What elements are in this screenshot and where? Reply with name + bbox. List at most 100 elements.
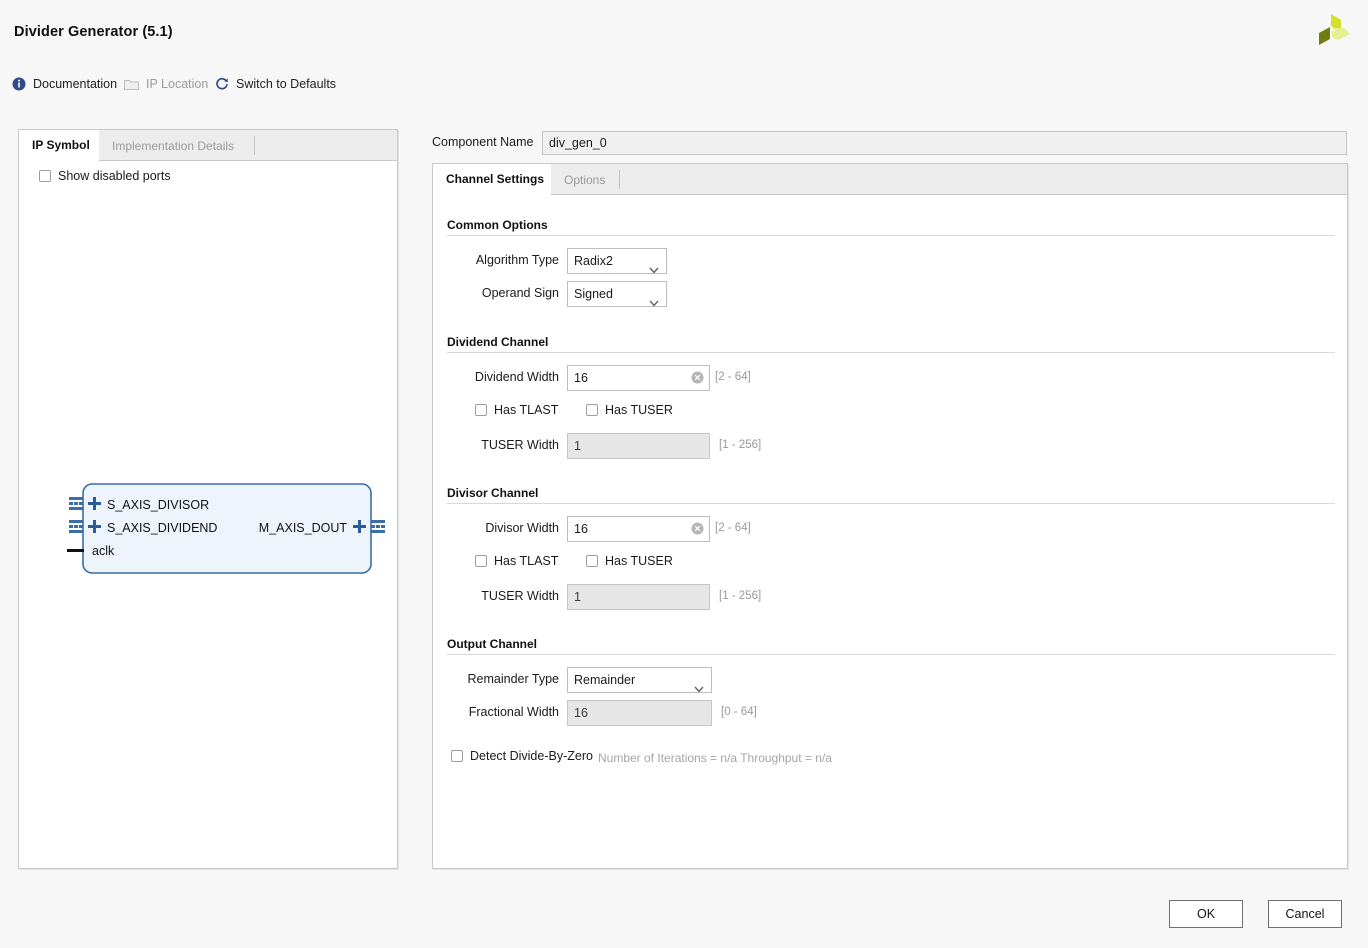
refresh-icon <box>215 77 229 91</box>
checkbox-box <box>475 555 487 567</box>
section-title: Divisor Channel <box>447 486 539 500</box>
row-fractional-width: Fractional Width 16 [0 - 64] <box>433 700 1349 726</box>
svg-text:S_AXIS_DIVISOR: S_AXIS_DIVISOR <box>107 498 209 512</box>
remainder-type-value: Remainder <box>574 673 636 687</box>
section-title: Output Channel <box>447 637 537 651</box>
section-rule <box>447 503 1335 504</box>
divisor-has-tuser-checkbox[interactable]: Has TUSER <box>586 554 673 568</box>
operand-sign-value: Signed <box>574 287 613 301</box>
page-title: Divider Generator (5.1) <box>14 24 173 40</box>
checkbox-box <box>586 555 598 567</box>
divisor-has-tuser-label: Has TUSER <box>605 554 673 568</box>
tab-ip-symbol[interactable]: IP Symbol <box>19 130 99 161</box>
dividend-has-tuser-checkbox[interactable]: Has TUSER <box>586 403 673 417</box>
svg-text:aclk: aclk <box>92 544 115 558</box>
divisor-width-range: [2 - 64] <box>715 522 751 534</box>
section-rule <box>447 654 1335 655</box>
ip-location-label: IP Location <box>146 77 209 91</box>
dividend-tuser-width-input[interactable]: 1 <box>567 433 710 459</box>
tab-implementation-details-label: Implementation Details <box>112 138 235 153</box>
divisor-tuser-width-label: TUSER Width <box>481 589 559 603</box>
fractional-width-range: [0 - 64] <box>721 706 757 718</box>
switch-to-defaults-label: Switch to Defaults <box>236 77 337 91</box>
tab-divider <box>619 170 620 189</box>
tab-options[interactable]: Options <box>551 164 618 195</box>
divisor-tuser-width-input[interactable]: 1 <box>567 584 710 610</box>
cancel-button[interactable]: Cancel <box>1268 900 1342 928</box>
algorithm-type-select[interactable]: Radix2 <box>567 248 667 274</box>
checkbox-box <box>39 170 51 182</box>
dividend-tuser-width-label: TUSER Width <box>481 438 559 452</box>
row-divisor-width: Divisor Width 16 [2 - 64] <box>433 516 1349 542</box>
divisor-width-input[interactable]: 16 <box>567 516 710 542</box>
svg-text:M_AXIS_DOUT: M_AXIS_DOUT <box>259 521 348 535</box>
tab-ip-symbol-label: IP Symbol <box>32 138 90 152</box>
ip-location-button[interactable]: IP Location <box>124 73 208 95</box>
toolbar: Documentation IP Location Switch to Defa… <box>0 62 1368 110</box>
row-dividend-width: Dividend Width 16 [2 - 64] <box>433 365 1349 391</box>
dividend-has-tlast-label: Has TLAST <box>494 403 559 417</box>
ok-button[interactable]: OK <box>1169 900 1243 928</box>
xilinx-pinwheel-logo-icon <box>1310 11 1352 51</box>
checkbox-box <box>475 404 487 416</box>
dividend-has-tlast-checkbox[interactable]: Has TLAST <box>475 403 558 417</box>
dividend-width-input[interactable]: 16 <box>567 365 710 391</box>
title-bar: Divider Generator (5.1) <box>0 0 1368 63</box>
iterations-throughput-status: Number of Iterations = n/a Throughput = … <box>598 751 832 765</box>
documentation-button[interactable]: Documentation <box>12 73 117 95</box>
fractional-width-label: Fractional Width <box>468 705 559 719</box>
row-operand-sign: Operand Sign Signed <box>433 281 1349 307</box>
tab-implementation-details[interactable]: Implementation Details <box>99 130 247 161</box>
operand-sign-select[interactable]: Signed <box>567 281 667 307</box>
detect-divide-by-zero-label: Detect Divide-By-Zero <box>470 749 593 763</box>
tab-channel-settings-label: Channel Settings <box>446 172 545 186</box>
row-divisor-tuser-width: TUSER Width 1 [1 - 256] <box>433 584 1349 610</box>
section-title: Dividend Channel <box>447 335 549 349</box>
dividend-width-label: Dividend Width <box>474 370 559 384</box>
settings-panel: Channel Settings Options Common Options … <box>432 163 1348 869</box>
algorithm-type-value: Radix2 <box>574 254 613 268</box>
tab-options-label: Options <box>564 172 606 187</box>
row-algorithm-type: Algorithm Type Radix2 <box>433 248 1349 274</box>
section-rule <box>447 352 1335 353</box>
remainder-type-select[interactable]: Remainder <box>567 667 712 693</box>
divisor-has-tlast-label: Has TLAST <box>494 554 559 568</box>
divisor-width-label: Divisor Width <box>485 521 559 535</box>
section-rule <box>447 235 1335 236</box>
tab-divider <box>254 136 255 155</box>
clear-circle-icon[interactable] <box>691 371 704 384</box>
switch-to-defaults-button[interactable]: Switch to Defaults <box>215 73 336 95</box>
algorithm-type-label: Algorithm Type <box>475 253 559 267</box>
chevron-down-icon <box>649 291 659 315</box>
show-disabled-ports-label: Show disabled ports <box>58 169 171 183</box>
info-icon <box>12 77 26 91</box>
checkbox-box <box>586 404 598 416</box>
ip-symbol-panel: IP Symbol Implementation Details Show di… <box>18 129 398 869</box>
show-disabled-ports-checkbox[interactable]: Show disabled ports <box>39 169 171 183</box>
chevron-down-icon <box>694 677 704 701</box>
remainder-type-label: Remainder Type <box>467 672 560 686</box>
right-tab-bar: Channel Settings Options <box>433 164 1347 195</box>
documentation-label: Documentation <box>33 77 118 91</box>
folder-icon <box>124 78 139 91</box>
section-title: Common Options <box>447 218 548 232</box>
row-dividend-tuser-width: TUSER Width 1 [1 - 256] <box>433 433 1349 459</box>
component-name-input[interactable]: div_gen_0 <box>542 131 1347 155</box>
chevron-down-icon <box>649 258 659 282</box>
component-name-row: Component Name div_gen_0 <box>432 131 1348 155</box>
tab-channel-settings[interactable]: Channel Settings <box>433 164 551 195</box>
ip-symbol-diagram: S_AXIS_DIVISOR S_AXIS_DIVIDEND aclk M_AX… <box>65 480 385 580</box>
divisor-has-tlast-checkbox[interactable]: Has TLAST <box>475 554 558 568</box>
dividend-tuser-width-range: [1 - 256] <box>719 439 762 451</box>
ip-configuration-dialog: Divider Generator (5.1) Documentation IP… <box>0 0 1368 948</box>
row-remainder-type: Remainder Type Remainder <box>433 667 1349 693</box>
left-tab-bar: IP Symbol Implementation Details <box>19 130 397 161</box>
detect-divide-by-zero-checkbox[interactable]: Detect Divide-By-Zero <box>451 749 593 763</box>
svg-text:S_AXIS_DIVIDEND: S_AXIS_DIVIDEND <box>107 521 217 535</box>
fractional-width-input[interactable]: 16 <box>567 700 712 726</box>
dividend-width-range: [2 - 64] <box>715 371 751 383</box>
dividend-has-tuser-label: Has TUSER <box>605 403 673 417</box>
divisor-tuser-width-range: [1 - 256] <box>719 590 762 602</box>
checkbox-box <box>451 750 463 762</box>
clear-circle-icon[interactable] <box>691 522 704 535</box>
